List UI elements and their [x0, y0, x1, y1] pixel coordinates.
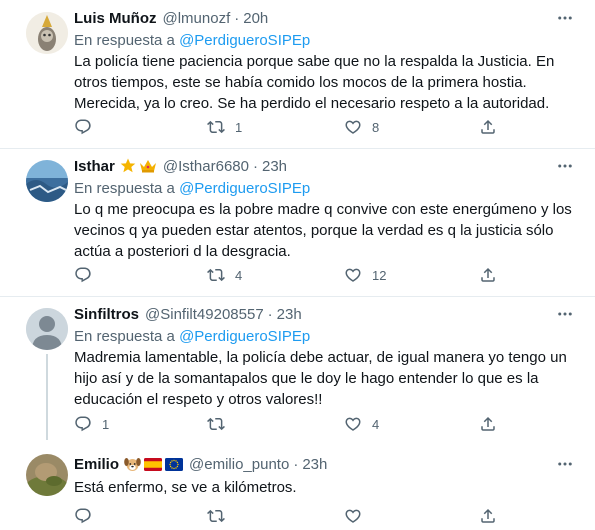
share-button[interactable]	[479, 265, 497, 285]
share-icon	[479, 266, 497, 284]
reply-prefix: En respuesta a	[74, 180, 175, 197]
like-button[interactable]	[344, 506, 372, 526]
tweet-text: Madremia lamentable, la policía debe act…	[74, 349, 567, 408]
share-icon	[479, 118, 497, 136]
tweet[interactable]: Emilio @emilio_punto · 23h Está enfermo,…	[0, 446, 595, 530]
author-handle[interactable]: @lmunozf	[163, 10, 231, 27]
timestamp[interactable]: 23h	[277, 306, 302, 323]
more-options-icon[interactable]	[555, 156, 575, 176]
thread-line	[46, 354, 48, 440]
more-options-icon[interactable]	[555, 304, 575, 324]
share-icon	[479, 507, 497, 525]
tweet-text: Está enfermo, se ve a kilómetros.	[74, 479, 297, 496]
reply-context: En respuesta a @PerdigueroSIPEp	[74, 180, 310, 197]
tweet[interactable]: Luis Muñoz @lmunozf · 20h En respuesta a…	[0, 0, 595, 149]
tweet[interactable]: Isthar @Isthar6680 · 23h En respuesta a …	[0, 148, 595, 297]
reply-to-link[interactable]: @PerdigueroSIPEp	[179, 328, 310, 345]
like-button[interactable]: 8	[344, 117, 379, 137]
eu-flag-emoji	[165, 457, 184, 471]
reply-icon	[74, 266, 92, 284]
reply-button[interactable]: 1	[74, 414, 109, 434]
like-button[interactable]: 4	[344, 414, 379, 434]
reply-count: 1	[102, 416, 110, 432]
action-bar: 1 4	[74, 414, 504, 434]
dog-emoji	[124, 456, 141, 472]
author-handle[interactable]: @Isthar6680	[163, 158, 249, 175]
avatar[interactable]	[26, 308, 68, 350]
reply-button[interactable]	[74, 117, 102, 137]
tweet-text: La policía tiene paciencia porque sabe q…	[74, 53, 555, 112]
reply-button[interactable]	[74, 506, 102, 526]
retweet-icon	[207, 266, 225, 284]
more-options-icon[interactable]	[555, 454, 575, 474]
like-button[interactable]: 12	[344, 265, 386, 285]
avatar[interactable]	[26, 454, 68, 496]
like-count: 12	[372, 267, 387, 283]
crown-emoji	[139, 159, 157, 173]
reply-to-link[interactable]: @PerdigueroSIPEp	[179, 180, 310, 197]
separator-dot: ·	[267, 305, 273, 323]
reply-context: En respuesta a @PerdigueroSIPEp	[74, 32, 310, 49]
retweet-button[interactable]	[207, 414, 235, 434]
like-count: 4	[372, 416, 380, 432]
timestamp[interactable]: 23h	[262, 158, 287, 175]
author-name[interactable]: Emilio	[74, 456, 119, 473]
author-name[interactable]: Isthar	[74, 158, 115, 175]
reply-button[interactable]	[74, 265, 102, 285]
timestamp[interactable]: 20h	[243, 10, 268, 27]
retweet-count: 4	[235, 267, 243, 283]
reply-context: En respuesta a @PerdigueroSIPEp	[74, 328, 310, 345]
like-count: 8	[372, 119, 380, 135]
like-icon	[344, 118, 362, 136]
separator-dot: ·	[234, 9, 240, 27]
author-name[interactable]: Sinfiltros	[74, 306, 139, 323]
spain-flag-emoji	[144, 457, 163, 471]
reply-prefix: En respuesta a	[74, 328, 175, 345]
reply-prefix: En respuesta a	[74, 32, 175, 49]
more-options-icon[interactable]	[555, 8, 575, 28]
like-icon	[344, 415, 362, 433]
share-button[interactable]	[479, 506, 497, 526]
action-bar: 1 8	[74, 117, 504, 137]
share-icon	[479, 415, 497, 433]
share-button[interactable]	[479, 117, 497, 137]
avatar[interactable]	[26, 160, 68, 202]
timestamp[interactable]: 23h	[302, 456, 327, 473]
share-button[interactable]	[479, 414, 497, 434]
star-emoji	[120, 158, 136, 174]
action-bar: 4 12	[74, 265, 504, 285]
retweet-icon	[207, 507, 225, 525]
tweet[interactable]: Sinfiltros @Sinfilt49208557 · 23h En res…	[0, 296, 595, 446]
reply-icon	[74, 507, 92, 525]
reply-to-link[interactable]: @PerdigueroSIPEp	[179, 32, 310, 49]
separator-dot: ·	[252, 157, 258, 175]
like-icon	[344, 507, 362, 525]
retweet-button[interactable]	[207, 506, 235, 526]
author-handle[interactable]: @Sinfilt49208557	[145, 306, 264, 323]
tweet-text: Lo q me preocupa es la pobre madre q con…	[74, 201, 572, 260]
retweet-icon	[207, 118, 225, 136]
author-handle[interactable]: @emilio_punto	[189, 456, 289, 473]
reply-icon	[74, 118, 92, 136]
retweet-count: 1	[235, 119, 243, 135]
like-icon	[344, 266, 362, 284]
author-name[interactable]: Luis Muñoz	[74, 10, 157, 27]
retweet-icon	[207, 415, 225, 433]
reply-icon	[74, 415, 92, 433]
retweet-button[interactable]: 1	[207, 117, 242, 137]
separator-dot: ·	[293, 455, 299, 473]
avatar[interactable]	[26, 12, 68, 54]
action-bar	[74, 506, 504, 526]
retweet-button[interactable]: 4	[207, 265, 242, 285]
